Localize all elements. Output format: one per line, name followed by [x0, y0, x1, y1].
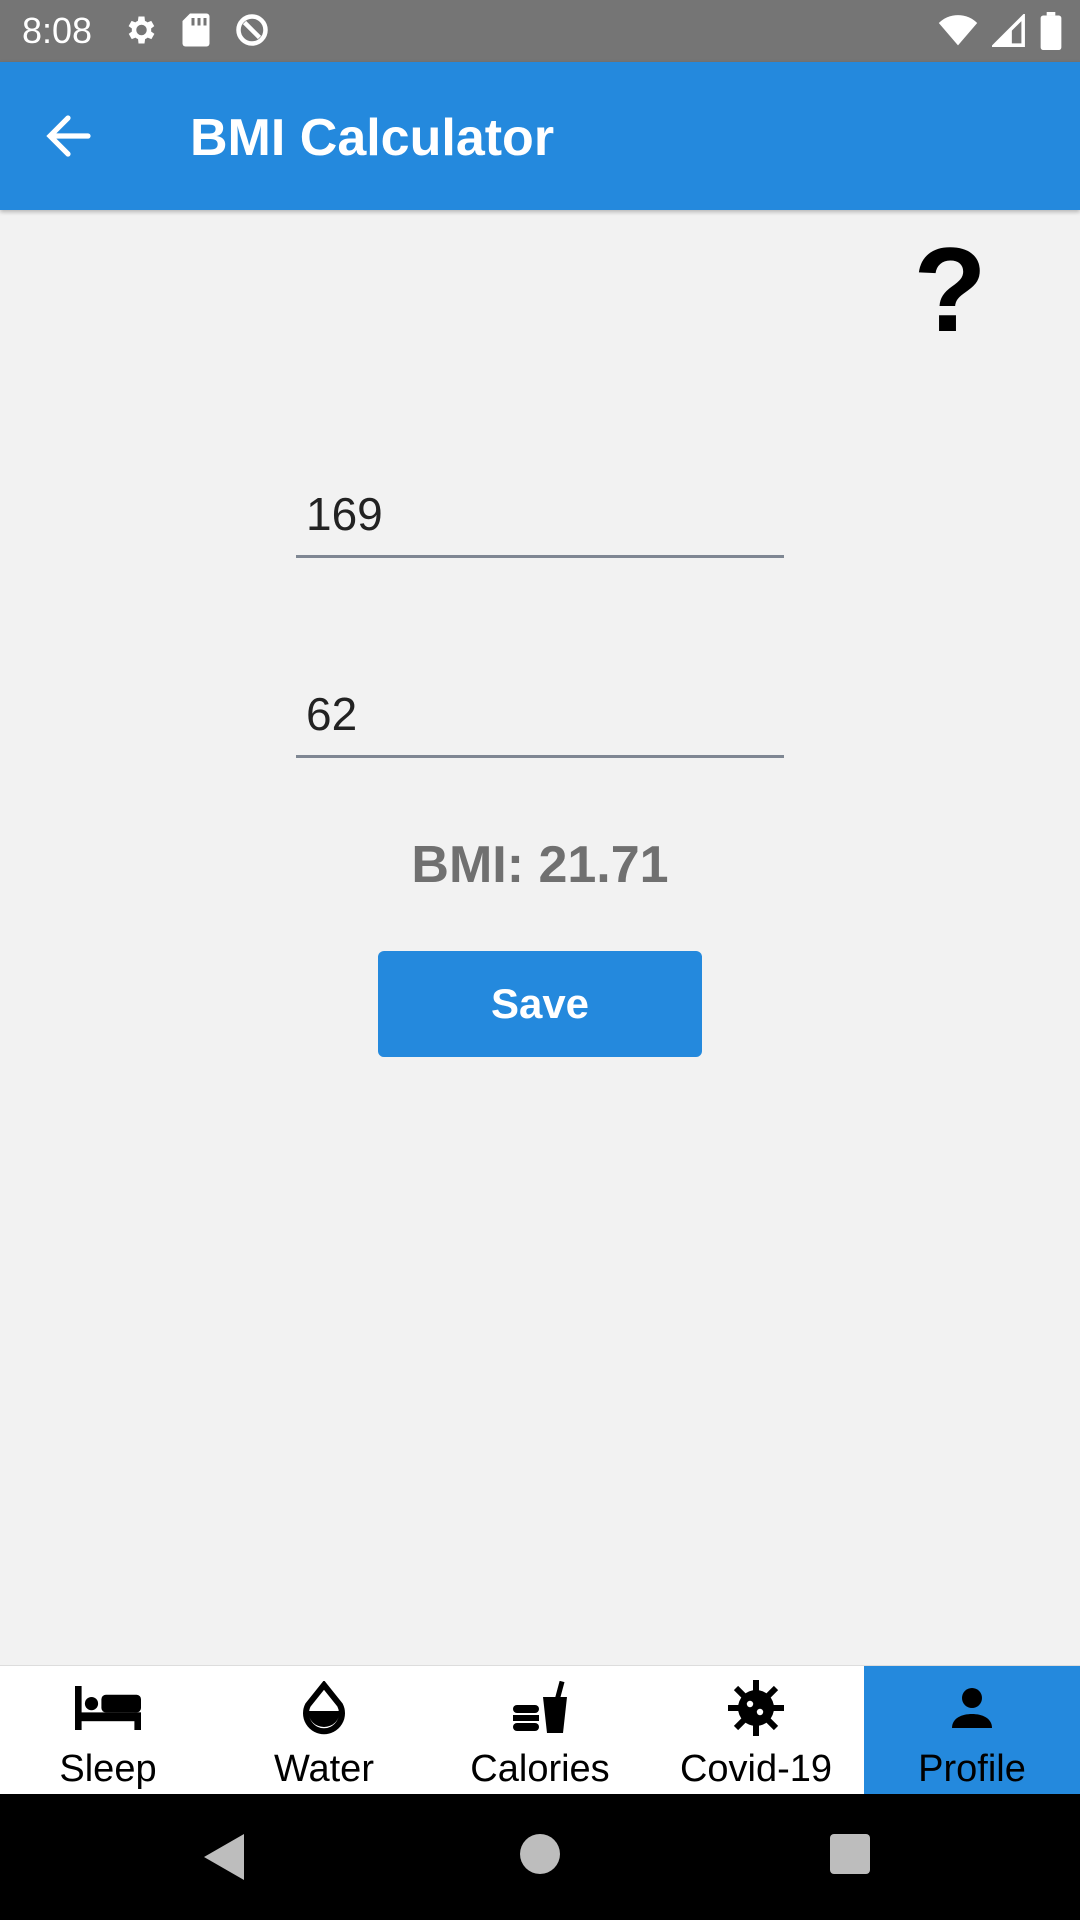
- person-icon: [948, 1678, 996, 1738]
- sd-card-icon: [182, 13, 210, 47]
- system-nav-bar: [0, 1794, 1080, 1920]
- nav-label-water: Water: [274, 1748, 374, 1790]
- food-drink-icon: [511, 1678, 569, 1738]
- nav-item-calories[interactable]: Calories: [432, 1666, 648, 1795]
- app-bar: BMI Calculator: [0, 62, 1080, 210]
- home-circle-icon[interactable]: [520, 1834, 560, 1874]
- recents-square-icon[interactable]: [830, 1834, 870, 1874]
- nav-item-profile[interactable]: Profile: [864, 1666, 1080, 1795]
- page-title: BMI Calculator: [190, 109, 555, 167]
- wifi-icon: [938, 15, 978, 46]
- back-button[interactable]: [30, 106, 106, 166]
- status-right-icons: [938, 12, 1062, 50]
- nav-item-covid[interactable]: Covid-19: [648, 1666, 864, 1795]
- virus-icon: [726, 1678, 786, 1738]
- status-left-icons: [122, 12, 270, 48]
- height-input[interactable]: [306, 487, 766, 541]
- height-field[interactable]: [296, 459, 784, 558]
- bottom-nav: Sleep Water Calories Covid-19 Profile: [0, 1665, 1080, 1795]
- settings-icon: [128, 16, 155, 44]
- nav-label-calories: Calories: [470, 1748, 610, 1790]
- sync-off-icon: [236, 14, 268, 46]
- nav-label-sleep: Sleep: [59, 1748, 157, 1790]
- arrow-back-icon: [46, 115, 91, 157]
- weight-input[interactable]: [306, 687, 766, 741]
- bmi-result: BMI: 21.71: [411, 836, 669, 894]
- nav-item-water[interactable]: Water: [216, 1666, 432, 1795]
- nav-item-sleep[interactable]: Sleep: [0, 1666, 216, 1795]
- nav-label-covid: Covid-19: [679, 1748, 833, 1790]
- status-bar: 8:08: [0, 0, 1080, 62]
- help-button[interactable]: ?: [910, 230, 990, 350]
- status-time: 8:08: [22, 10, 93, 51]
- water-drop-icon: [300, 1678, 348, 1738]
- weight-field[interactable]: [296, 659, 784, 758]
- back-triangle-icon[interactable]: [204, 1834, 244, 1880]
- bed-icon: [75, 1678, 141, 1738]
- battery-icon: [1040, 12, 1062, 50]
- nav-label-profile: Profile: [918, 1748, 1026, 1790]
- cell-signal-icon: [992, 14, 1025, 47]
- save-button[interactable]: Save: [378, 951, 702, 1057]
